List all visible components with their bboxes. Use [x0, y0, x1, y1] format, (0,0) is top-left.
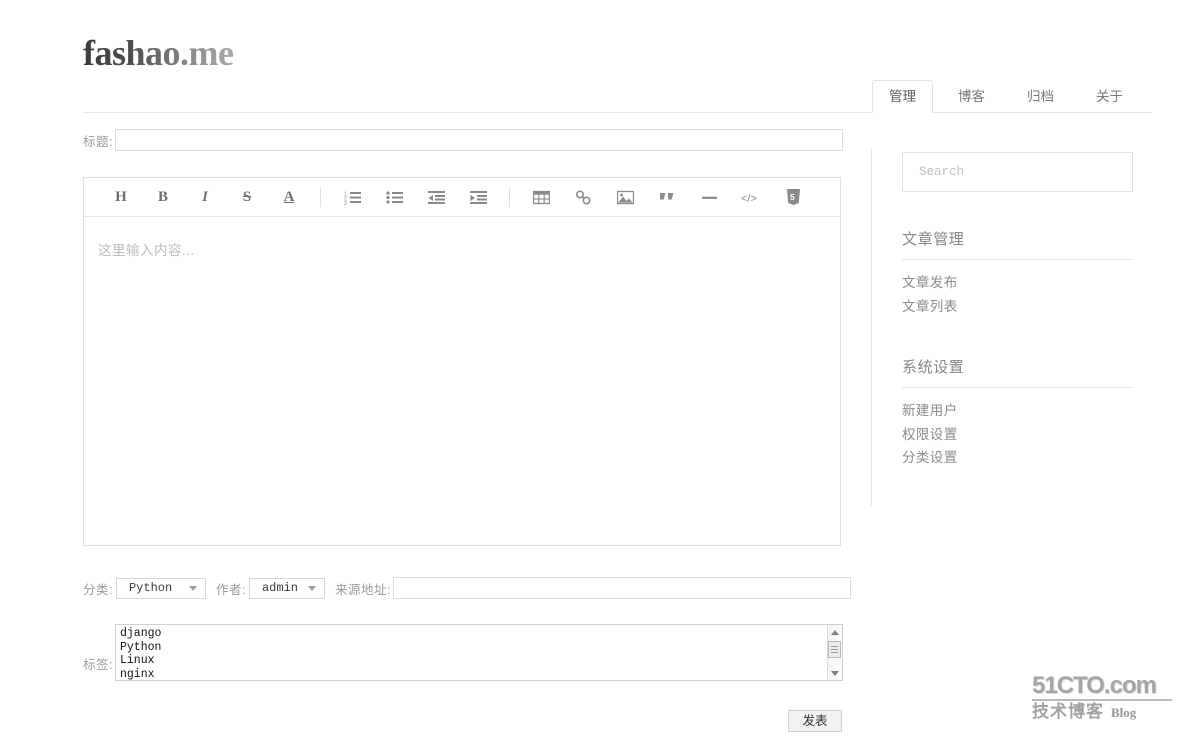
indent-icon[interactable] — [457, 178, 499, 216]
source-url-label: 来源地址: — [334, 582, 391, 597]
ordered-list-icon[interactable]: 1 2 3 — [331, 178, 373, 216]
editor-placeholder: 这里输入内容... — [98, 243, 195, 258]
bold-button[interactable]: B — [142, 178, 184, 216]
heading-button[interactable]: H — [100, 178, 142, 216]
table-icon[interactable] — [520, 178, 562, 216]
list-item[interactable]: django — [120, 627, 842, 641]
sidebar-links-article: 文章发布 文章列表 — [902, 271, 1133, 318]
outdent-icon[interactable] — [415, 178, 457, 216]
tab-about[interactable]: 关于 — [1079, 80, 1140, 113]
sidebar-item-publish-article[interactable]: 文章发布 — [902, 271, 1133, 295]
watermark-site: 51CTO.com — [1032, 672, 1157, 699]
sidebar: 文章管理 文章发布 文章列表 系统设置 新建用户 权限设置 分类设置 — [902, 152, 1133, 470]
sidebar-section-system: 系统设置 新建用户 权限设置 分类设置 — [902, 356, 1133, 470]
tags-label: 标签: — [83, 658, 113, 672]
chevron-down-icon — [307, 585, 316, 591]
author-select[interactable]: admin — [248, 577, 325, 599]
scroll-down-icon[interactable] — [827, 666, 842, 680]
chevron-down-icon — [188, 585, 197, 591]
sidebar-heading-system: 系统设置 — [902, 356, 1133, 388]
watermark-blog: Blog — [1111, 705, 1137, 720]
meta-field-row: 分类: Python 作者: admin 来源地址: — [83, 577, 851, 599]
svg-text:</>: </> — [741, 193, 757, 205]
category-label: 分类: — [83, 582, 113, 597]
quote-icon[interactable] — [646, 178, 688, 216]
list-item[interactable]: Linux — [120, 654, 842, 668]
content-editor: H B I S A 1 2 3 </> 5 这里输入内容... — [83, 177, 841, 546]
author-label: 作者: — [215, 582, 246, 597]
category-select[interactable]: Python — [115, 577, 206, 599]
toolbar-separator-1 — [320, 187, 321, 207]
tab-manage[interactable]: 管理 — [872, 80, 933, 113]
editor-toolbar: H B I S A 1 2 3 </> 5 — [84, 178, 840, 217]
site-title: fashao.me — [83, 33, 234, 73]
tags-field-row: 标签: django Python Linux nginx — [83, 624, 843, 681]
tab-archive[interactable]: 归档 — [1010, 80, 1071, 113]
title-input[interactable] — [114, 129, 843, 151]
toolbar-separator-2 — [509, 187, 510, 207]
tags-scrollbar[interactable] — [826, 625, 842, 680]
svg-text:3: 3 — [344, 201, 347, 205]
page-root: fashao.me 管理 博客 归档 关于 标题: H B I S A 1 2 … — [0, 0, 1184, 739]
sidebar-section-article: 文章管理 文章发布 文章列表 — [902, 228, 1133, 318]
strikethrough-button[interactable]: S — [226, 178, 268, 216]
editor-content-area[interactable]: 这里输入内容... — [84, 217, 840, 546]
horizontal-rule-icon[interactable] — [688, 178, 730, 216]
title-field-row: 标题: — [83, 129, 843, 151]
publish-button[interactable]: 发表 — [788, 710, 842, 732]
sidebar-item-article-list[interactable]: 文章列表 — [902, 295, 1133, 319]
unordered-list-icon[interactable] — [373, 178, 415, 216]
html5-icon[interactable]: 5 — [772, 178, 814, 216]
sidebar-links-system: 新建用户 权限设置 分类设置 — [902, 399, 1133, 470]
sidebar-heading-article: 文章管理 — [902, 228, 1133, 260]
scroll-up-icon[interactable] — [827, 625, 842, 639]
list-item[interactable]: nginx — [120, 668, 842, 680]
link-icon[interactable] — [562, 178, 604, 216]
source-url-input[interactable] — [392, 577, 851, 599]
title-label: 标题: — [83, 134, 113, 149]
search-input[interactable] — [902, 152, 1133, 192]
image-icon[interactable] — [604, 178, 646, 216]
main-navigation: 管理 博客 归档 关于 — [872, 80, 1172, 113]
list-item[interactable]: Python — [120, 641, 842, 655]
scrollbar-thumb[interactable] — [828, 641, 842, 658]
underline-button[interactable]: A — [268, 178, 310, 216]
sidebar-item-new-user[interactable]: 新建用户 — [902, 399, 1133, 423]
sidebar-item-categories[interactable]: 分类设置 — [902, 446, 1133, 470]
sidebar-divider — [871, 148, 872, 506]
watermark-bottom: 技术博客 Blog — [1032, 699, 1172, 721]
category-select-value: Python — [128, 581, 173, 595]
code-icon[interactable]: </> — [730, 178, 772, 216]
tags-options-list: django Python Linux nginx — [116, 625, 842, 680]
watermark: 51CTO.com 技术博客 Blog — [1032, 674, 1172, 721]
header-divider — [83, 112, 880, 113]
svg-text:5: 5 — [790, 192, 795, 202]
author-select-value: admin — [261, 581, 298, 595]
italic-button[interactable]: I — [184, 178, 226, 216]
tab-blog[interactable]: 博客 — [941, 80, 1002, 113]
sidebar-item-permissions[interactable]: 权限设置 — [902, 423, 1133, 447]
watermark-cn: 技术博客 — [1032, 702, 1104, 721]
tags-multiselect[interactable]: django Python Linux nginx — [114, 624, 843, 681]
